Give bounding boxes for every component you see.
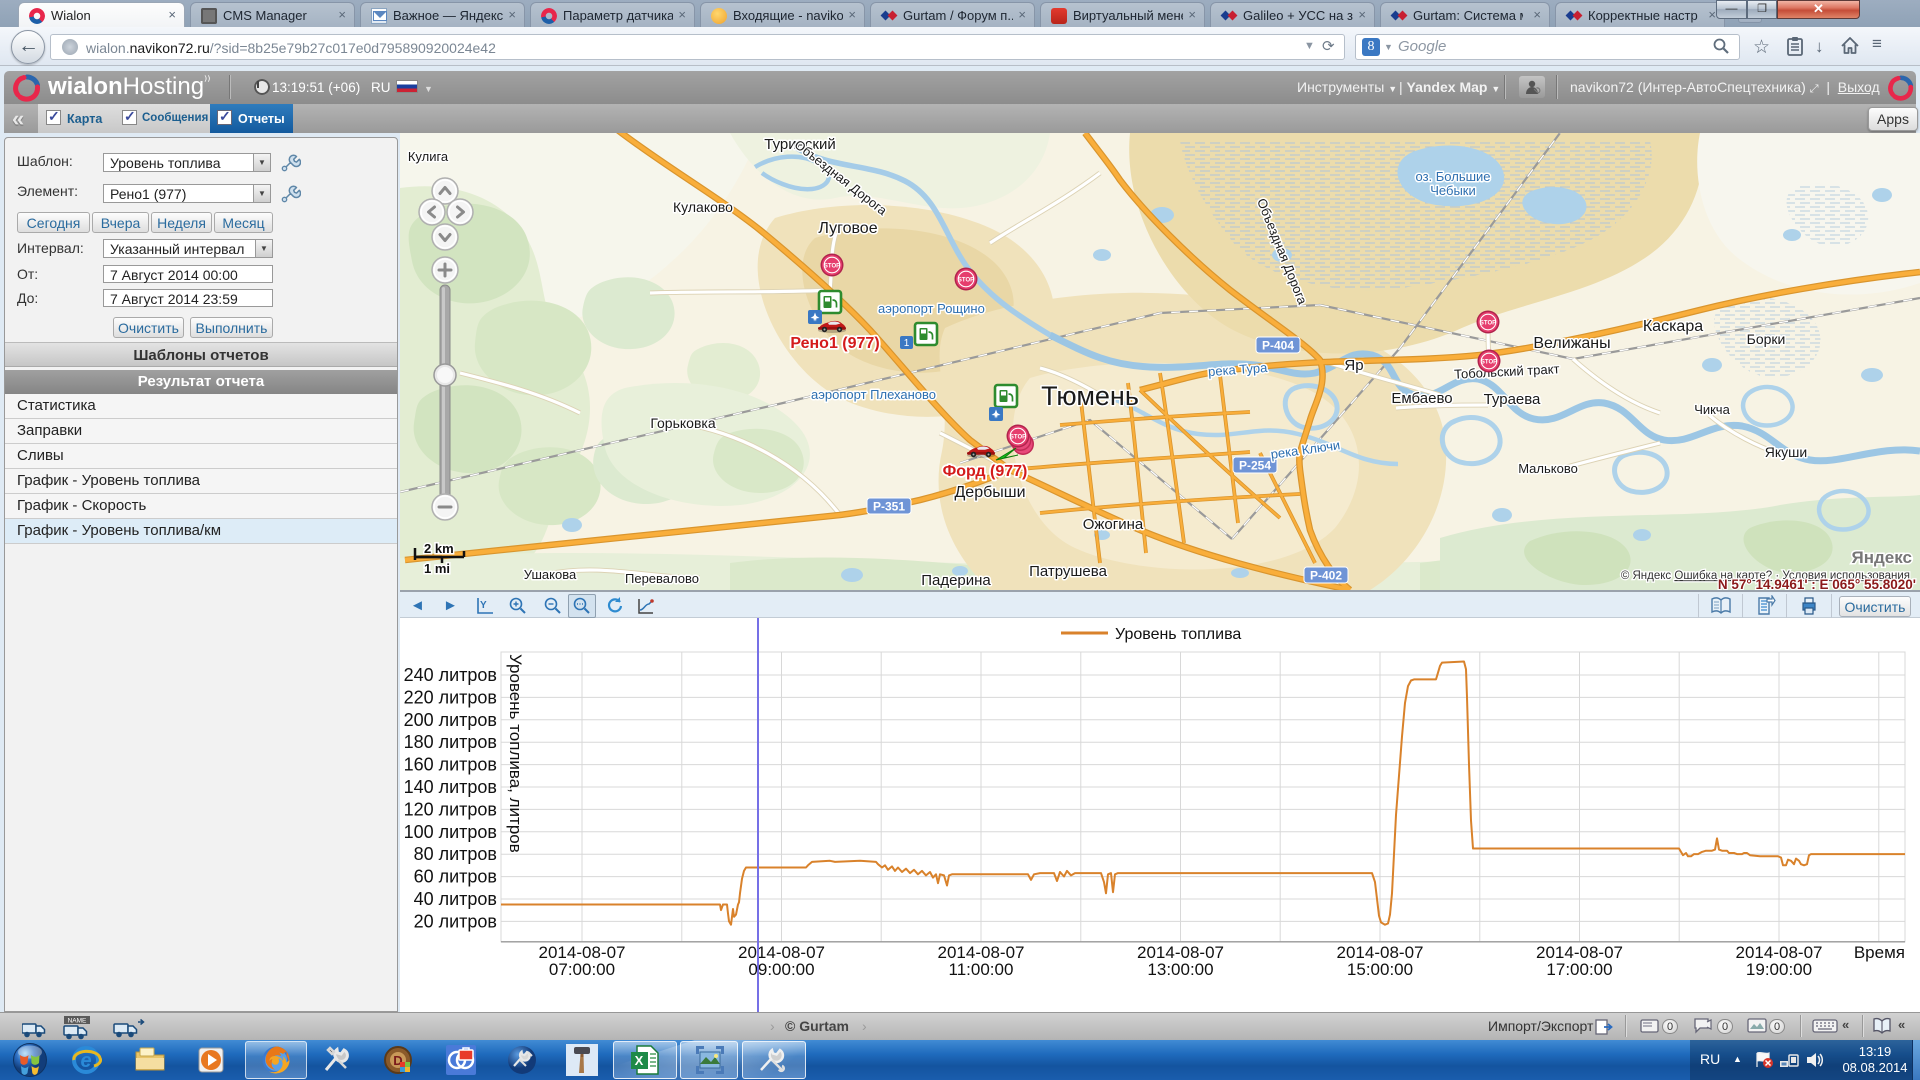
svg-text:180 литров: 180 литров <box>404 732 497 752</box>
svg-text:07:00:00: 07:00:00 <box>549 960 615 979</box>
svg-text:13:00:00: 13:00:00 <box>1147 960 1213 979</box>
svg-text:NAME: NAME <box>68 1018 87 1025</box>
svg-text:60 литров: 60 литров <box>414 867 497 887</box>
svg-text:220 литров: 220 литров <box>404 687 497 707</box>
svg-text:11:00:00: 11:00:00 <box>949 960 1014 979</box>
svg-text:1 mi: 1 mi <box>424 561 450 576</box>
svg-text:Яндекс: Яндекс <box>1852 548 1912 567</box>
svg-text:15:00:00: 15:00:00 <box>1347 960 1413 979</box>
svg-text:40 литров: 40 литров <box>414 889 497 909</box>
svg-text:200 литров: 200 литров <box>404 710 497 730</box>
svg-text:140 литров: 140 литров <box>404 777 497 797</box>
svg-text:20 литров: 20 литров <box>414 911 497 931</box>
svg-text:17:00:00: 17:00:00 <box>1546 960 1612 979</box>
svg-text:2 km: 2 km <box>424 541 454 556</box>
svg-text:Уровень топлива, литров: Уровень топлива, литров <box>506 654 525 853</box>
svg-text:80 литров: 80 литров <box>414 844 497 864</box>
svg-text:240 литров: 240 литров <box>404 665 497 685</box>
svg-text:160 литров: 160 литров <box>404 755 497 775</box>
svg-text:N 57° 14.9461' : E 065° 55.802: N 57° 14.9461' : E 065° 55.8020' <box>1718 577 1916 590</box>
svg-text:Y: Y <box>480 600 487 611</box>
svg-text:100 литров: 100 литров <box>404 822 497 842</box>
svg-text:120 литров: 120 литров <box>404 799 497 819</box>
svg-text:Уровень топлива: Уровень топлива <box>1115 626 1241 643</box>
svg-text:X: X <box>635 1053 644 1068</box>
svg-text:Время: Время <box>1854 943 1905 962</box>
svg-text:19:00:00: 19:00:00 <box>1746 960 1812 979</box>
svg-text:e: e <box>80 1050 91 1072</box>
